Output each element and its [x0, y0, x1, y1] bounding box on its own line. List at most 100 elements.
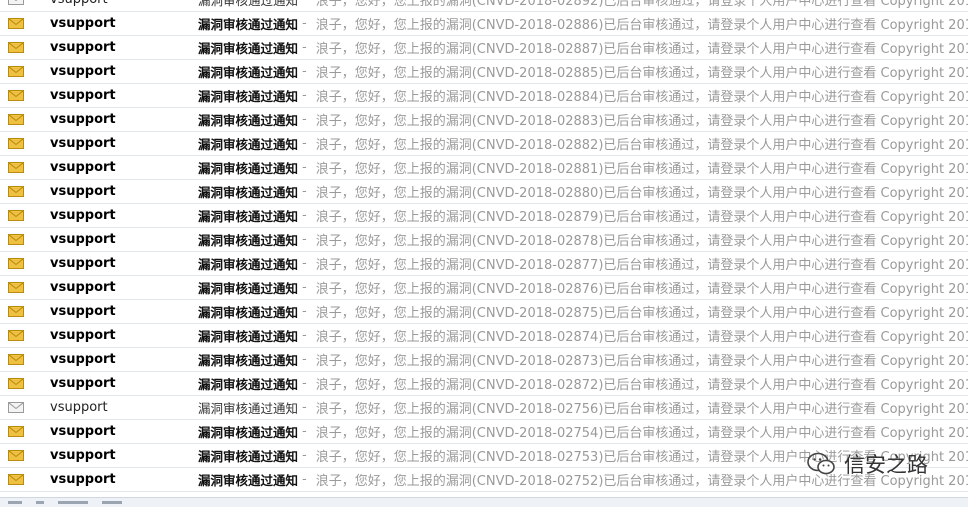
mail-sender: vsupport [50, 160, 116, 175]
mail-row[interactable]: vsupport漏洞审核通过通知-浪子，您好，您上报的漏洞(CNVD-2018-… [0, 348, 968, 372]
mail-subject: 漏洞审核通过通知 [198, 209, 299, 224]
mail-separator: - [302, 376, 307, 391]
mail-subject: 漏洞审核通过通知 [198, 161, 299, 176]
mail-summary: 浪子，您好，您上报的漏洞(CNVD-2018-02754)已后台审核通过，请登录… [315, 426, 968, 441]
envelope-unread-icon [8, 138, 24, 149]
mail-row[interactable]: vsupport 漏洞审核通过通知-浪子，您好，您上报的漏洞(CNVD-2018-… [0, 420, 968, 444]
mail-row[interactable]: vsupport 漏洞审核通过通知-浪子，您好，您上报的漏洞(CNVD-2018-… [0, 324, 968, 348]
mail-subject: 漏洞审核通过通知 [198, 233, 299, 248]
mail-summary: 浪子，您好，您上报的漏洞(CNVD-2018-02892)已后台审核通过，请登录… [315, 0, 968, 9]
mail-sender: vsupport [50, 112, 116, 127]
envelope-unread-icon [8, 258, 24, 269]
mail-summary: 浪子，您好，您上报的漏洞(CNVD-2018-02879)已后台审核通过，请登录… [315, 210, 968, 225]
wechat-icon [807, 452, 835, 475]
mail-row[interactable]: vsupport漏洞审核通过通知-浪子，您好，您上报的漏洞(CNVD-2018-… [0, 132, 968, 156]
mail-sender: vsupport [50, 424, 116, 439]
mail-row[interactable]: vsupport漏洞审核通过通知-浪子，您好，您上报的漏洞(CNVD-2018-… [0, 300, 968, 324]
mail-subject: 漏洞审核通过通知 [198, 137, 299, 152]
mail-sender: vsupport [50, 136, 116, 151]
mail-separator: - [302, 232, 307, 247]
mail-sender: vsupport [50, 88, 116, 103]
mail-sender: vsupport [50, 280, 116, 295]
mail-summary: 浪子，您好，您上报的漏洞(CNVD-2018-02881)已后台审核通过，请登录… [315, 162, 968, 177]
mail-subject: 漏洞审核通过通知 [198, 425, 299, 440]
mail-summary: 浪子，您好，您上报的漏洞(CNVD-2018-02887)已后台审核通过，请登录… [315, 42, 968, 57]
watermark-text: 信安之路 [844, 453, 928, 477]
mail-row[interactable]: vsupport漏洞审核通过通知-浪子，您好，您上报的漏洞(CNVD-2018-… [0, 84, 968, 108]
mail-summary: 浪子，您好，您上报的漏洞(CNVD-2018-02886)已后台审核通过，请登录… [315, 18, 968, 33]
mail-sender: vsupport [50, 16, 116, 31]
mail-row[interactable]: vsupport漏洞审核通过通知-浪子，您好，您上报的漏洞(CNVD-2018-… [0, 12, 968, 36]
envelope-unread-icon [8, 234, 24, 245]
envelope-read-icon [8, 0, 24, 5]
mail-summary: 浪子，您好，您上报的漏洞(CNVD-2018-02884)已后台审核通过，请登录… [315, 90, 968, 105]
mail-summary: 浪子，您好，您上报的漏洞(CNVD-2018-02872)已后台审核通过，请登录… [315, 378, 968, 393]
envelope-unread-icon [8, 42, 24, 53]
mail-summary: 浪子，您好，您上报的漏洞(CNVD-2018-02875)已后台审核通过，请登录… [315, 306, 968, 321]
mail-row[interactable]: vsupport漏洞审核通过通知-浪子，您好，您上报的漏洞(CNVD-2018-… [0, 180, 968, 204]
envelope-unread-icon [8, 90, 24, 101]
envelope-unread-icon [8, 306, 24, 317]
mail-row[interactable]: vsupport漏洞审核通过通知-浪子，您好，您上报的漏洞(CNVD-2018-… [0, 396, 968, 420]
mail-sender: vsupport [50, 184, 116, 199]
mail-subject: 漏洞审核通过通知 [198, 305, 299, 320]
mail-separator: - [302, 280, 307, 295]
mail-summary: 浪子，您好，您上报的漏洞(CNVD-2018-02876)已后台审核通过，请登录… [315, 282, 968, 297]
mail-separator: - [302, 16, 307, 31]
mail-separator: - [302, 160, 307, 175]
mail-separator: - [302, 328, 307, 343]
envelope-unread-icon [8, 18, 24, 29]
mail-separator: - [302, 208, 307, 223]
mail-subject: 漏洞审核通过通知 [198, 41, 299, 56]
mail-separator: - [302, 400, 307, 415]
mail-summary: 浪子，您好，您上报的漏洞(CNVD-2018-02878)已后台审核通过，请登录… [315, 234, 968, 249]
envelope-unread-icon [8, 378, 24, 389]
mail-separator: - [302, 256, 307, 271]
envelope-unread-icon [8, 114, 24, 125]
mail-summary: 浪子，您好，您上报的漏洞(CNVD-2018-02873)已后台审核通过，请登录… [315, 354, 968, 369]
mail-subject: 漏洞审核通过通知 [198, 89, 299, 104]
mail-subject: 漏洞审核通过通知 [198, 377, 299, 392]
mail-row[interactable]: vsupport漏洞审核通过通知-浪子，您好，您上报的漏洞(CNVD-2018-… [0, 36, 968, 60]
envelope-unread-icon [8, 354, 24, 365]
mail-sender: vsupport [50, 328, 116, 343]
mail-summary: 浪子，您好，您上报的漏洞(CNVD-2018-02874)已后台审核通过，请登录… [315, 330, 968, 345]
mail-sender: vsupport [50, 256, 116, 271]
mail-subject: 漏洞审核通过通知 [198, 329, 299, 344]
mail-row[interactable]: vsupport漏洞审核通过通知-浪子，您好，您上报的漏洞(CNVD-2018-… [0, 0, 968, 12]
mail-row[interactable]: vsupport漏洞审核通过通知-浪子，您好，您上报的漏洞(CNVD-2018-… [0, 60, 968, 84]
mail-subject: 漏洞审核通过通知 [198, 353, 299, 368]
mail-subject: 漏洞审核通过通知 [198, 257, 299, 272]
mail-summary: 浪子，您好，您上报的漏洞(CNVD-2018-02885)已后台审核通过，请登录… [315, 66, 968, 81]
mail-row[interactable]: vsupport 漏洞审核通过通知-浪子，您好，您上报的漏洞(CNVD-2018-… [0, 228, 968, 252]
mail-summary: 浪子，您好，您上报的漏洞(CNVD-2018-02756)已后台审核通过，请登录… [315, 402, 968, 417]
mail-subject: 漏洞审核通过通知 [198, 65, 299, 80]
mail-sender: vsupport [50, 232, 116, 247]
mail-row[interactable]: vsupport漏洞审核通过通知-浪子，您好，您上报的漏洞(CNVD-2018-… [0, 108, 968, 132]
mail-sender: vsupport [50, 400, 108, 415]
envelope-unread-icon [8, 186, 24, 197]
envelope-unread-icon [8, 330, 24, 341]
mail-separator: - [302, 0, 307, 7]
mail-separator: - [302, 40, 307, 55]
mail-sender: vsupport [50, 472, 116, 487]
envelope-unread-icon [8, 162, 24, 173]
envelope-unread-icon [8, 210, 24, 221]
mail-summary: 浪子，您好，您上报的漏洞(CNVD-2018-02877)已后台审核通过，请登录… [315, 258, 968, 273]
envelope-unread-icon [8, 426, 24, 437]
mail-row[interactable]: vsupport漏洞审核通过通知-浪子，您好，您上报的漏洞(CNVD-2018-… [0, 372, 968, 396]
mail-summary: 浪子，您好，您上报的漏洞(CNVD-2018-02882)已后台审核通过，请登录… [315, 138, 968, 153]
mail-row[interactable]: vsupport 漏洞审核通过通知-浪子，您好，您上报的漏洞(CNVD-2018-… [0, 252, 968, 276]
watermark: 信安之路 [806, 449, 928, 479]
mail-row[interactable]: vsupport 漏洞审核通过通知-浪子，您好，您上报的漏洞(CNVD-2018-… [0, 276, 968, 300]
mail-subject: 漏洞审核通过通知 [198, 281, 299, 296]
mail-subject: 漏洞审核通过通知 [198, 473, 299, 488]
mail-row[interactable]: vsupport 漏洞审核通过通知-浪子，您好，您上报的漏洞(CNVD-2018-… [0, 204, 968, 228]
mail-row[interactable]: vsupport 漏洞审核通过通知-浪子，您好，您上报的漏洞(CNVD-2018-… [0, 156, 968, 180]
mail-sender: vsupport [50, 208, 116, 223]
mail-subject: 漏洞审核通过通知 [198, 449, 299, 464]
mail-subject: 漏洞审核通过通知 [198, 185, 299, 200]
mail-separator: - [302, 424, 307, 439]
envelope-unread-icon [8, 66, 24, 77]
envelope-unread-icon [8, 450, 24, 461]
